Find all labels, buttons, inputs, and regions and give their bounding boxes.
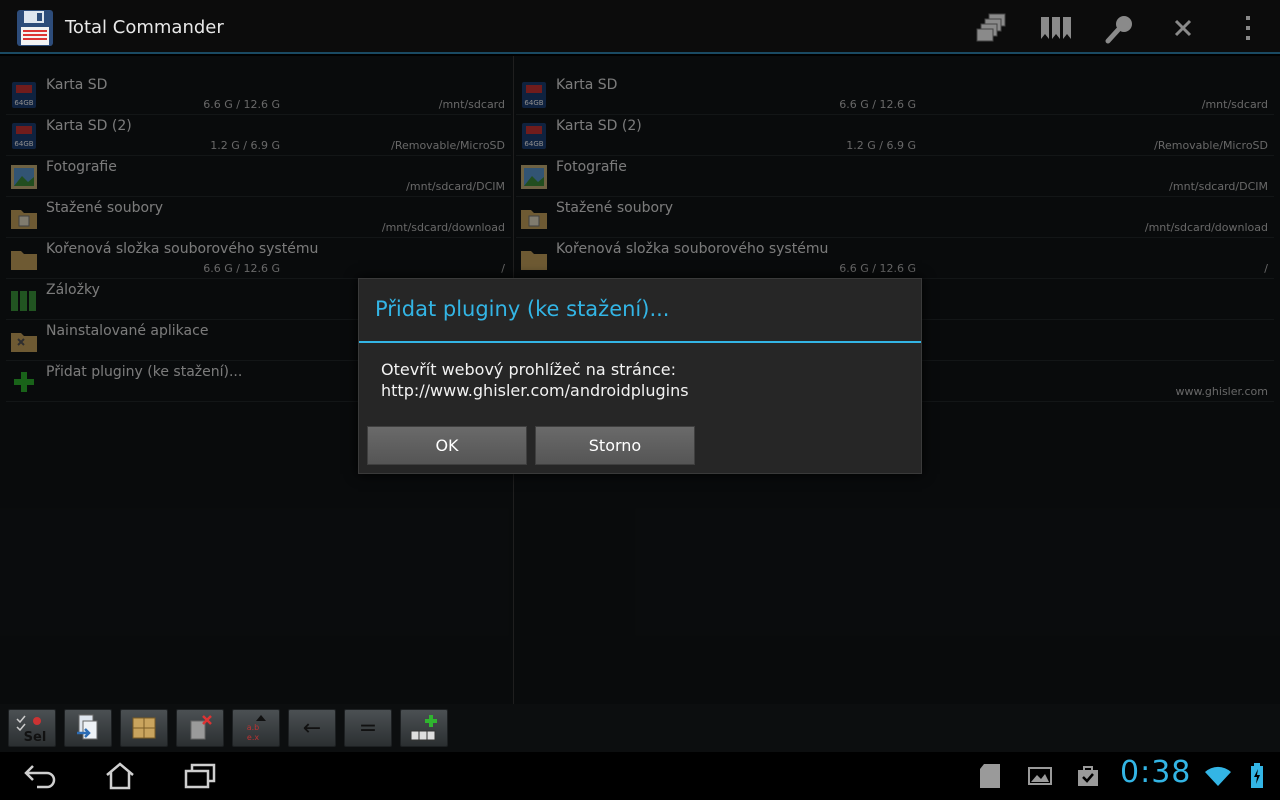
pack-button[interactable]	[120, 709, 168, 747]
close-icon[interactable]	[1163, 8, 1203, 48]
back-arrow-icon: ←	[302, 715, 322, 741]
gallery-icon	[1018, 758, 1062, 794]
select-button[interactable]: Sel	[8, 709, 56, 747]
clock: 0:38	[1120, 755, 1192, 790]
add-button-icon	[410, 715, 437, 741]
add-toolbar-button[interactable]	[400, 709, 448, 747]
cancel-button[interactable]: Storno	[535, 426, 695, 465]
add-plugins-dialog: Přidat pluginy (ke stažení)... Otevřít w…	[358, 278, 922, 474]
recent-apps-button[interactable]	[178, 758, 222, 794]
bottom-toolbar: Sel a.b e.x ← =	[0, 704, 1280, 752]
app-title: Total Commander	[65, 17, 224, 38]
delete-icon	[190, 715, 212, 740]
overflow-menu-icon[interactable]	[1228, 8, 1268, 48]
svg-text:Sel: Sel	[24, 730, 47, 743]
home-icon	[106, 762, 134, 790]
action-bar: Total Commander	[0, 0, 1280, 54]
dialog-divider	[359, 341, 921, 343]
floppy-disk-icon[interactable]	[16, 9, 54, 47]
svg-text:a.b: a.b	[247, 723, 260, 732]
recent-apps-icon	[184, 763, 216, 789]
svg-text:e.x: e.x	[247, 733, 259, 742]
pack-icon	[132, 717, 156, 739]
sort-icon: a.be.x	[247, 715, 266, 742]
back-icon	[24, 765, 56, 789]
select-icon: Sel	[16, 715, 47, 743]
wifi-icon	[1198, 758, 1238, 794]
back-button[interactable]: ←	[288, 709, 336, 747]
home-nav-button[interactable]	[98, 758, 142, 794]
sd-card-icon	[968, 758, 1012, 794]
delete-button[interactable]	[176, 709, 224, 747]
multi-window-icon[interactable]	[972, 8, 1012, 48]
search-icon[interactable]	[1100, 8, 1140, 48]
dialog-title: Přidat pluginy (ke stažení)...	[375, 297, 670, 321]
equal-panels-icon: =	[358, 715, 378, 741]
dialog-message: Otevřít webový prohlížeč na stránce: htt…	[381, 360, 689, 400]
battery-icon	[1240, 758, 1274, 794]
copy-button[interactable]	[64, 709, 112, 747]
equal-panels-button[interactable]: =	[344, 709, 392, 747]
system-nav-bar: 0:38	[0, 752, 1280, 800]
sort-button[interactable]: a.b e.x	[232, 709, 280, 747]
ok-button[interactable]: OK	[367, 426, 527, 465]
bookmarks-icon[interactable]	[1036, 8, 1076, 48]
shopping-bag-icon	[1066, 758, 1110, 794]
copy-icon	[77, 714, 98, 740]
back-nav-button[interactable]	[18, 758, 62, 794]
